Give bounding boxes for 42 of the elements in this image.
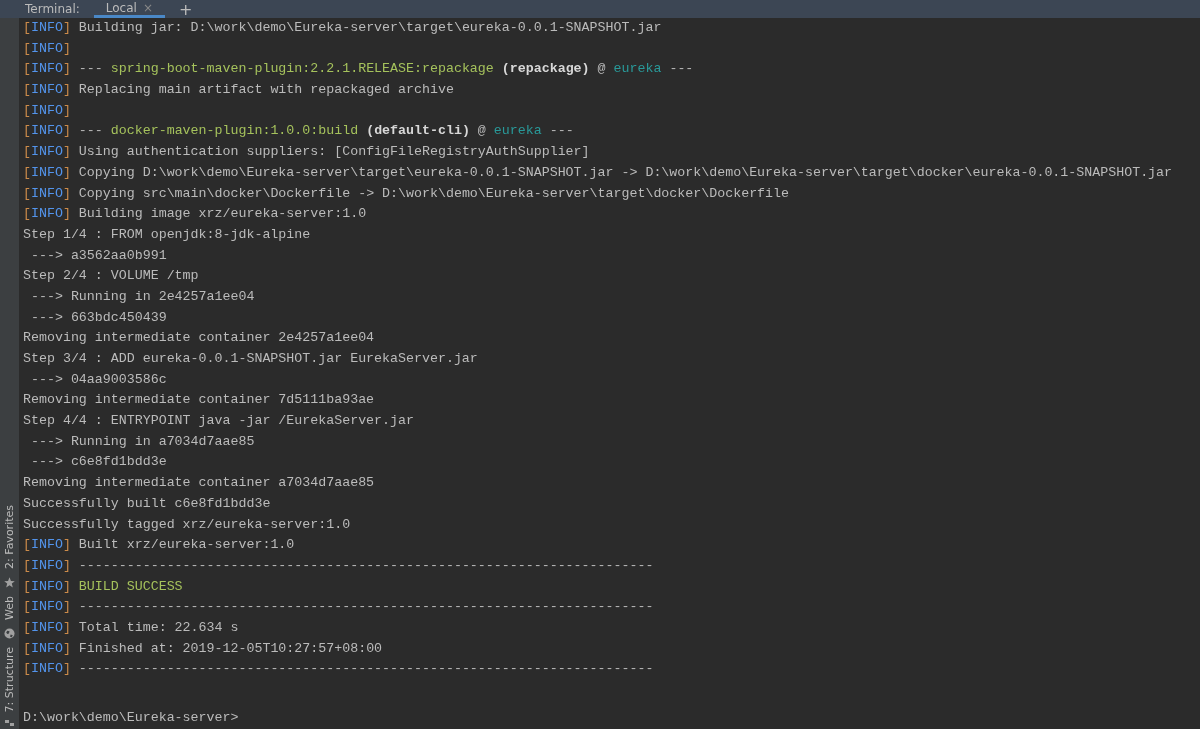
console-line: ---> Running in 2e4257a1ee04 (29, 287, 255, 306)
console-line: [INFO] (23, 39, 71, 58)
console-line: ---> 663bdc450439 (29, 308, 167, 327)
console-line: [INFO] ------------------------------------------------------------------------ (23, 598, 654, 617)
console-line: ---> Running in a7034d7aae85 (29, 432, 255, 451)
console-line: [INFO] Built xrz/eureka-server:1.0 (23, 536, 295, 555)
console-line: Step 1/4 : FROM openjdk:8-jdk-alpine (23, 225, 311, 244)
console-line: Removing intermediate container a7034d7aae85 (23, 474, 375, 493)
console-line: [INFO] Copying src\main\docker\Dockerfile -> D:\work\demo\Eureka-server\target\docker\Dockerfile (23, 184, 790, 203)
console-line: [INFO] Copying D:\work\demo\Eureka-server\target\eureka-0.0.1-SNAPSHOT.jar -> D:\work\demo\Eureka-server\target\docker\eureka-0.0.1-SNAPSHOT.jar (23, 163, 1173, 182)
console-line: [INFO] Building jar: D:\work\demo\Eureka-server\target\eureka-0.0.1-SNAPSHOT.jar (23, 19, 662, 37)
structure-icon (5, 720, 14, 726)
tool-window-button[interactable]: 2: Favorites (3, 504, 16, 569)
console-line: [INFO] --- spring-boot-maven-plugin:2.2.1.RELEASE:repackage (repackage) @ eureka --- (23, 60, 694, 79)
console-line: Step 2/4 : VOLUME /tmp (23, 267, 199, 286)
globe-icon (4, 627, 15, 639)
console-line: ---> c6e8fd1bdd3e (29, 453, 167, 472)
terminal-tab[interactable]: Local × (93, 0, 165, 18)
console-line: Removing intermediate container 2e4257a1ee04 (23, 329, 375, 348)
console-line: Step 4/4 : ENTRYPOINT java -jar /EurekaServer.jar (23, 412, 414, 431)
console-line: Successfully built c6e8fd1bdd3e (23, 494, 271, 513)
console-line: [INFO] --- docker-maven-plugin:1.0.0:build (default-cli) @ eureka --- (23, 122, 574, 141)
panel-title: Terminal: (25, 1, 80, 17)
console-line: Step 3/4 : ADD eureka-0.0.1-SNAPSHOT.jar EurekaServer.jar (23, 350, 478, 368)
console-line: [INFO] Replacing main artifact with repackaged archive (23, 81, 454, 100)
console-line: [INFO] ------------------------------------------------------------------------ (23, 660, 654, 679)
command-prompt[interactable]: D:\work\demo\Eureka-server> (23, 708, 239, 729)
console-line: [INFO] (23, 101, 71, 120)
console-line: ---> a3562aa0b991 (29, 246, 167, 265)
console-line: [INFO] ------------------------------------------------------------------------ (23, 556, 654, 575)
console-line: [INFO] Building image xrz/eureka-server:1.0 (23, 205, 367, 224)
console-line: Successfully tagged xrz/eureka-server:1.0 (23, 515, 351, 534)
console-line: [INFO] Total time: 22.634 s (23, 618, 239, 637)
console-line: [INFO] BUILD SUCCESS (23, 577, 183, 596)
tool-window-button[interactable]: 7: Structure (3, 646, 16, 712)
tool-window-button[interactable]: Web (3, 595, 16, 620)
console-line: [INFO] Finished at: 2019-12-05T10:27:57+08:00 (23, 639, 383, 658)
star-icon (4, 576, 15, 588)
console-line: Removing intermediate container 7d5111ba93ae (23, 391, 375, 410)
console-line: [INFO] Using authentication suppliers: [ConfigFileRegistryAuthSupplier] (23, 143, 590, 162)
console-line: ---> 04aa9003586c (29, 370, 167, 389)
new-tab-button[interactable]: + (178, 2, 193, 16)
